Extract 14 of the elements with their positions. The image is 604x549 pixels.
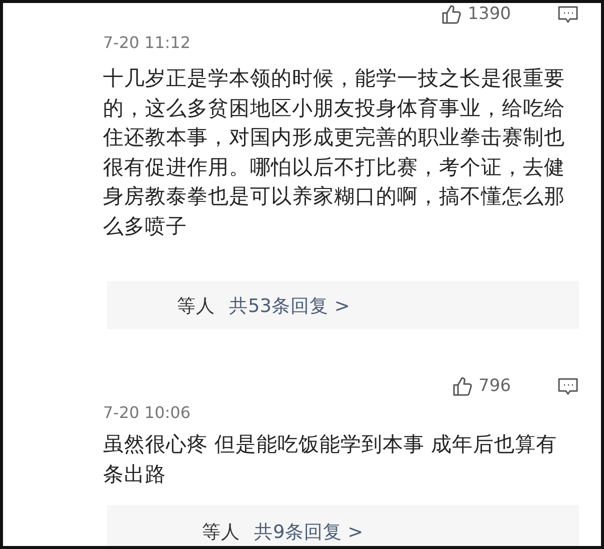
comment-icon[interactable] — [557, 4, 579, 24]
comment-time: 7-20 10:06 — [103, 403, 192, 422]
like-count: 1390 — [468, 4, 511, 24]
comment-text: 虽然很心疼 但是能吃饭能学到本事 成年后也算有条出路 — [103, 431, 558, 488]
like-icon[interactable] — [450, 376, 473, 396]
reply-users: 等人 — [177, 294, 215, 318]
reply-users: 等人 — [202, 520, 240, 544]
reply-count-link[interactable]: 共53条回复 > — [229, 292, 350, 318]
comment-text: 十几岁正是学本领的时候，能学一技之长是很重要的，这么多贫困地区小朋友投身体育事业，给吃给住还教本事，对国内形成更完善的职业拳击赛制也很有促进作用。哪怕以后不打比赛，考个证，去健身房教泰拳也是可以养家糊口的啊，搞不懂怎么那么多喷子 — [103, 65, 566, 240]
comment-time: 7-20 11:12 — [103, 33, 192, 52]
like-count: 796 — [478, 376, 511, 396]
reply-count-link[interactable]: 共9条回复 > — [254, 518, 364, 544]
comment-icon[interactable] — [557, 376, 579, 396]
like-icon[interactable] — [440, 4, 462, 24]
